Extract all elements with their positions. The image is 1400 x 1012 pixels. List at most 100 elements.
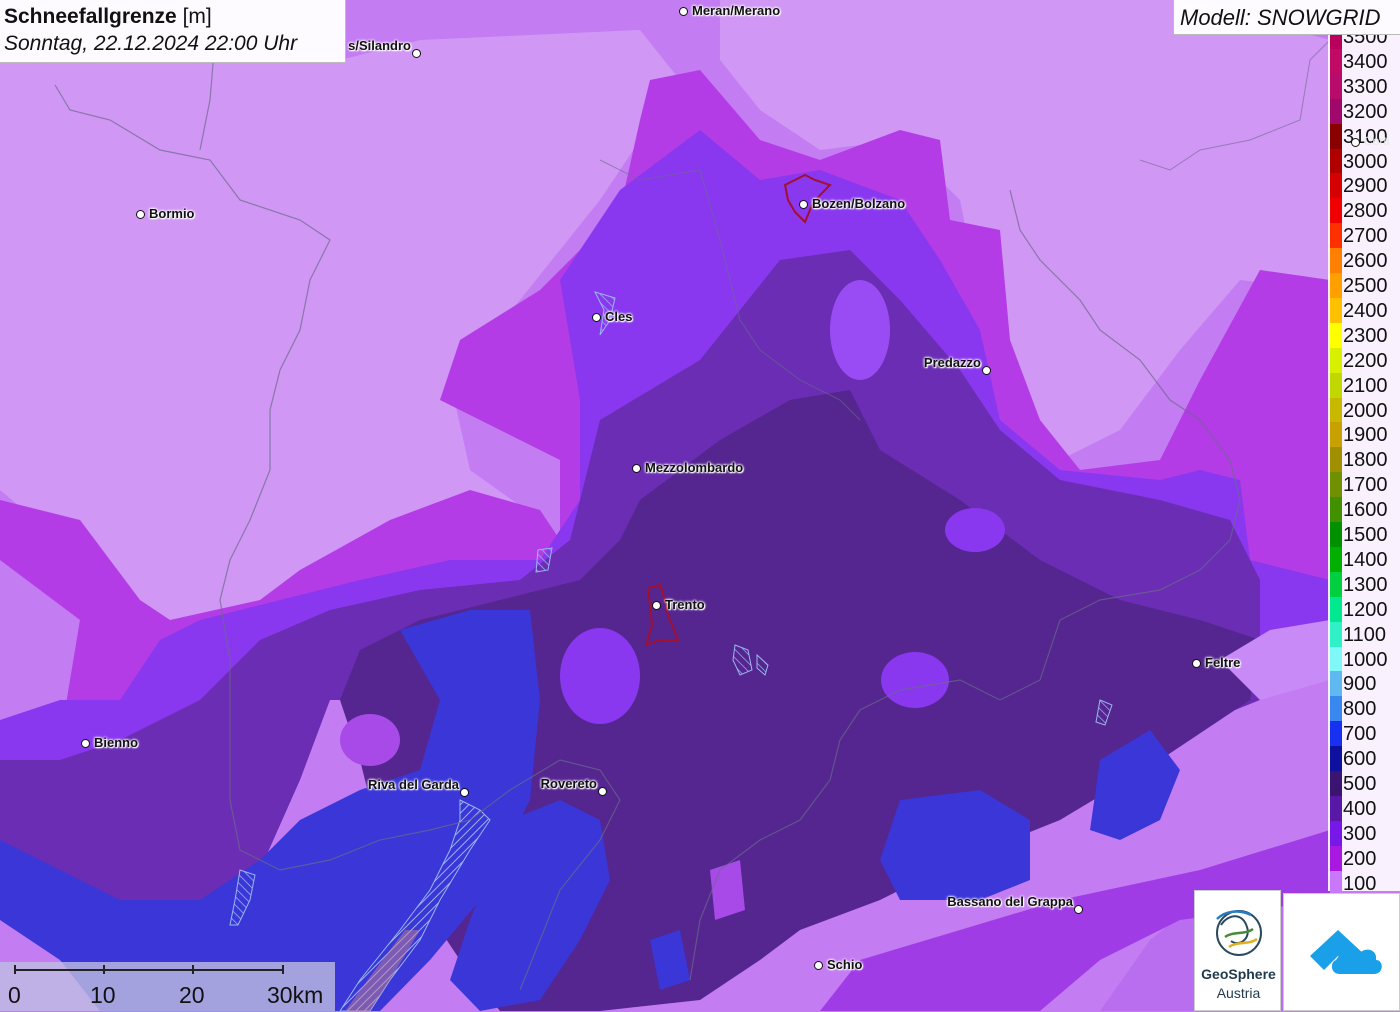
legend-swatch — [1330, 297, 1342, 323]
legend-swatch — [1330, 546, 1342, 572]
legend-swatch — [1330, 447, 1342, 473]
city-label[interactable]: Mezzolombardo — [645, 460, 743, 475]
city-marker[interactable] — [1351, 138, 1360, 147]
legend-item-2500: 2500 — [1328, 273, 1400, 298]
legend-label: 1300 — [1343, 573, 1388, 596]
city-marker[interactable] — [81, 739, 90, 748]
legend-label: 100 — [1343, 872, 1377, 891]
legend-swatch — [1330, 596, 1342, 622]
legend-item-1500: 1500 — [1328, 522, 1400, 547]
legend-item-3300: 3300 — [1328, 73, 1400, 99]
legend-item-2200: 2200 — [1328, 347, 1400, 373]
city-marker[interactable] — [632, 464, 641, 473]
legend-swatch — [1330, 870, 1342, 891]
legend-item-2400: 2400 — [1328, 297, 1400, 323]
legend-item-1900: 1900 — [1328, 422, 1400, 448]
city-marker[interactable] — [679, 7, 688, 16]
legend-item-3200: 3200 — [1328, 98, 1400, 124]
city-marker[interactable] — [1074, 905, 1083, 914]
city-marker[interactable] — [136, 210, 145, 219]
geosphere-emblem-icon — [1216, 910, 1262, 956]
legend-swatch — [1330, 522, 1342, 547]
legend-swatch — [1330, 98, 1342, 124]
legend-item-1800: 1800 — [1328, 447, 1400, 473]
legend-item-100: 100 — [1328, 870, 1400, 891]
weather-app-logo[interactable] — [1283, 893, 1400, 1011]
legend-swatch — [1330, 248, 1342, 274]
legend-swatch — [1330, 198, 1342, 224]
color-legend: 3500 3400 3300 3200 3100 3000 2900 2800 2700 2600… — [1328, 35, 1400, 891]
map-canvas[interactable] — [0, 0, 1400, 1011]
legend-swatch — [1330, 746, 1342, 772]
legend-label: 1700 — [1343, 474, 1388, 497]
city-label[interactable]: Bassano del Grappa — [947, 894, 1073, 909]
geosphere-logo[interactable]: GeoSphere Austria — [1194, 890, 1281, 1011]
legend-item-2100: 2100 — [1328, 372, 1400, 398]
legend-item-3000: 3000 — [1328, 148, 1400, 174]
legend-item-1000: 1000 — [1328, 646, 1400, 672]
legend-swatch — [1330, 148, 1342, 174]
snowline-200-island-bienno — [340, 714, 400, 766]
legend-label: 2600 — [1343, 250, 1388, 273]
scale-label-0: 0 — [8, 982, 21, 1008]
legend-label: 3000 — [1343, 150, 1388, 173]
legend-label: 2700 — [1343, 225, 1388, 248]
legend-label: 1800 — [1343, 449, 1388, 472]
legend-label: 2900 — [1343, 175, 1388, 198]
legend-item-1400: 1400 — [1328, 546, 1400, 572]
city-label[interactable]: Feltre — [1205, 655, 1240, 670]
legend-label: 3200 — [1343, 100, 1388, 123]
legend-item-3500: 3500 — [1328, 35, 1400, 49]
legend-swatch — [1330, 795, 1342, 821]
city-label[interactable]: Meran/Merano — [692, 3, 780, 18]
legend-label: 1600 — [1343, 499, 1388, 522]
legend-label: 2800 — [1343, 200, 1388, 223]
legend-label: 3400 — [1343, 50, 1388, 73]
snowline-300-island-east — [881, 652, 949, 708]
snowline-300-island-ne — [945, 508, 1005, 552]
city-label[interactable]: Riva del Garda — [368, 777, 459, 792]
city-marker[interactable] — [592, 313, 601, 322]
city-label[interactable]: Schio — [827, 957, 862, 972]
city-marker[interactable] — [982, 366, 991, 375]
legend-swatch — [1330, 845, 1342, 871]
scale-label-10: 10 — [90, 982, 116, 1008]
legend-label: 2400 — [1343, 299, 1388, 322]
city-marker[interactable] — [460, 788, 469, 797]
city-marker[interactable] — [598, 787, 607, 796]
snowline-300-island-predazzo — [830, 280, 890, 380]
legend-swatch — [1330, 497, 1342, 523]
legend-item-1600: 1600 — [1328, 497, 1400, 523]
legend-swatch — [1330, 35, 1342, 49]
legend-swatch — [1330, 422, 1342, 448]
city-label[interactable]: Corti — [1364, 134, 1389, 148]
city-label[interactable]: s/Silandro — [348, 38, 411, 53]
city-marker[interactable] — [652, 601, 661, 610]
legend-swatch — [1330, 273, 1342, 298]
legend-label: 2100 — [1343, 374, 1388, 397]
city-marker[interactable] — [799, 200, 808, 209]
city-label[interactable]: Bozen/Bolzano — [812, 196, 905, 211]
parameter-unit: [m] — [182, 5, 212, 28]
city-label[interactable]: Cles — [605, 309, 632, 324]
legend-label: 2500 — [1343, 275, 1388, 297]
legend-item-800: 800 — [1328, 696, 1400, 722]
legend-label: 3500 — [1343, 35, 1388, 48]
map-title-box: Schneefallgrenze [m] Sonntag, 22.12.2024… — [0, 0, 346, 63]
city-label[interactable]: Bormio — [149, 206, 195, 221]
city-label[interactable]: Trento — [665, 597, 705, 612]
city-marker[interactable] — [814, 961, 823, 970]
legend-item-1300: 1300 — [1328, 571, 1400, 597]
legend-label: 1200 — [1343, 598, 1388, 621]
legend-item-900: 900 — [1328, 671, 1400, 697]
legend-item-500: 500 — [1328, 771, 1400, 796]
legend-label: 500 — [1343, 773, 1377, 795]
legend-item-1200: 1200 — [1328, 596, 1400, 622]
city-label[interactable]: Rovereto — [541, 776, 597, 791]
city-marker[interactable] — [412, 49, 421, 58]
legend-label: 1000 — [1343, 648, 1388, 671]
legend-label: 1500 — [1343, 524, 1388, 546]
city-label[interactable]: Predazzo — [924, 355, 981, 370]
city-label[interactable]: Bienno — [94, 735, 138, 750]
city-marker[interactable] — [1192, 659, 1201, 668]
